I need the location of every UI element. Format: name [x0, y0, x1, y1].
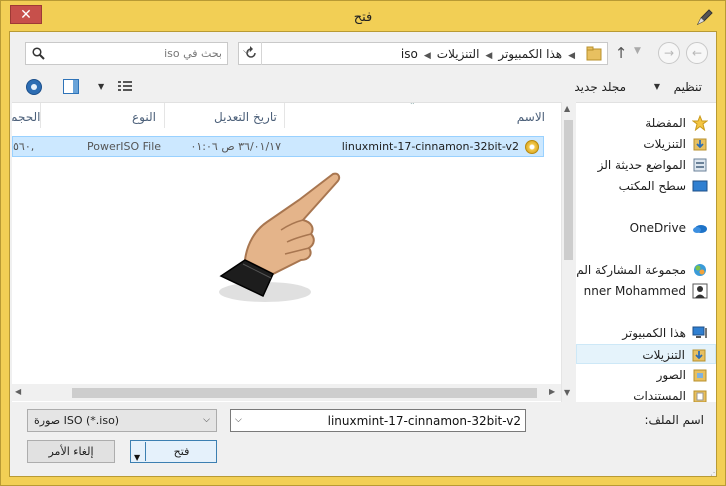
app-pen-icon — [696, 9, 713, 26]
chevron-down-icon: ▼ — [653, 82, 660, 91]
onedrive-icon — [693, 225, 707, 233]
organize-button[interactable]: تنظيم — [674, 80, 702, 94]
nav-item-desktop[interactable]: سطح المكتب — [576, 176, 716, 196]
breadcrumb: ◀ هذا الكمبيوتر ◀ التنزيلات ◀ iso — [401, 47, 581, 61]
split-button-divider — [145, 442, 146, 461]
file-name-input[interactable] — [251, 412, 521, 429]
search-input[interactable] — [52, 45, 222, 62]
column-divider — [164, 103, 165, 128]
scrollbar-thumb[interactable] — [564, 120, 573, 260]
open-button[interactable]: ▼ فتح — [130, 440, 217, 463]
scroll-right-icon[interactable]: ▶ — [549, 387, 555, 396]
pictures-folder-icon — [693, 369, 707, 382]
navigation-pane[interactable]: المفضلة التنزيلات المواضع حديثة الز سطح … — [576, 102, 716, 402]
up-button[interactable]: ↑ — [613, 44, 629, 62]
breadcrumb-separator-icon: ◀ — [423, 51, 431, 61]
back-button[interactable]: ← — [686, 42, 708, 64]
resize-grip-icon[interactable]: ⋰ — [710, 468, 718, 477]
star-icon — [692, 115, 708, 131]
folder-icon — [586, 46, 602, 61]
view-details-icon[interactable] — [118, 80, 132, 92]
refresh-icon — [246, 46, 256, 58]
scroll-down-icon[interactable]: ▼ — [564, 388, 570, 397]
computer-icon — [692, 326, 707, 338]
file-list-horizontal-scrollbar[interactable]: ◀ ▶ — [12, 384, 561, 401]
file-name: linuxmint-17-cinnamon-32bit-v2 — [341, 140, 519, 153]
new-folder-button[interactable]: مجلد جديد — [574, 80, 626, 94]
file-list-border — [561, 102, 562, 402]
column-header-date[interactable]: تاريخ التعديل — [214, 110, 277, 135]
homegroup-icon — [694, 264, 706, 276]
breadcrumb-item-iso[interactable]: iso — [401, 47, 418, 61]
desktop-icon — [692, 180, 708, 192]
nav-item-onedrive[interactable]: OneDrive — [576, 218, 716, 238]
nav-item-favorites[interactable]: المفضلة — [576, 113, 716, 133]
pointing-hand-icon — [219, 172, 341, 302]
cancel-button[interactable]: إلغاء الأمر — [27, 440, 115, 463]
nav-item-downloads-selected[interactable]: التنزيلات — [576, 344, 716, 364]
title-bar[interactable]: ✕ فتح — [1, 1, 725, 35]
downloads-folder-icon — [693, 138, 707, 151]
breadcrumb-separator-icon: ◀ — [568, 51, 575, 61]
downloads-folder-icon — [692, 349, 706, 362]
column-divider — [284, 103, 285, 128]
forward-button[interactable]: → — [658, 42, 680, 64]
help-icon[interactable] — [26, 79, 42, 95]
sort-ascending-icon: ⌃ — [409, 102, 416, 110]
chevron-down-icon[interactable]: ⌵ — [235, 415, 242, 425]
file-type-filter-value: صورة ISO (*.iso) — [34, 414, 120, 427]
breadcrumb-separator-icon: ◀ — [485, 51, 493, 61]
dialog-body: ← → ▼ ↑ ⌵ ◀ هذا الكمبيوتر ◀ التنزيلات ◀ iso ب… — [9, 31, 718, 477]
user-icon — [692, 283, 708, 299]
toolbar: تنظيم ▼ مجلد جديد ▼ — [10, 72, 716, 102]
address-bar[interactable]: ⌵ ◀هذا الكمبيوتر◀التنزيلات◀iso — [238, 42, 608, 65]
recent-locations-button[interactable]: ▼ — [634, 46, 641, 56]
navigation-pane-scrollbar[interactable]: ▲ ▼ — [561, 102, 576, 402]
open-options-dropdown-icon[interactable]: ▼ — [134, 447, 140, 468]
scrollbar-thumb[interactable] — [72, 388, 537, 398]
window-title: فتح — [353, 10, 373, 25]
nav-item-homegroup[interactable]: مجموعة المشاركة الم — [576, 260, 716, 280]
file-size: ٥٦٠, — [13, 140, 35, 153]
scroll-up-icon[interactable]: ▲ — [564, 104, 570, 113]
nav-item-recent-places[interactable]: المواضع حديثة الز — [576, 155, 716, 175]
file-row[interactable]: linuxmint-17-cinnamon-32bit-v2 ٣٦/٠١/١٧ … — [12, 136, 544, 157]
file-name-label: اسم الملف: — [644, 413, 704, 427]
file-name-combobox[interactable]: ⌵ — [230, 409, 526, 432]
up-arrow-icon: ↑ — [614, 44, 628, 62]
search-icon — [32, 47, 45, 60]
change-view-dropdown-icon[interactable]: ▼ — [98, 82, 104, 91]
breadcrumb-item-downloads[interactable]: التنزيلات — [437, 47, 480, 61]
disc-image-icon — [525, 140, 539, 154]
documents-folder-icon — [693, 390, 707, 402]
breadcrumb-item-computer[interactable]: هذا الكمبيوتر — [498, 47, 562, 61]
scroll-left-icon[interactable]: ◀ — [15, 387, 21, 396]
refresh-button[interactable] — [240, 42, 262, 65]
open-button-label: فتح — [173, 445, 190, 458]
column-header-name[interactable]: الاسم — [517, 110, 545, 135]
column-header-size[interactable]: الحجم — [12, 110, 40, 135]
file-type-filter-select[interactable]: صورة ISO (*.iso) ⌵ — [27, 409, 217, 432]
chevron-down-icon: ▼ — [634, 46, 641, 56]
nav-item-documents[interactable]: المستندات — [576, 386, 716, 402]
nav-item-this-pc[interactable]: هذا الكمبيوتر — [576, 323, 716, 343]
open-file-dialog: ✕ فتح ← → ▼ ↑ ⌵ ◀ هذا الكمبيوتر ◀ التنزيلات… — [0, 0, 726, 486]
nav-item-user[interactable]: nner Mohammed — [576, 281, 716, 301]
preview-pane-icon[interactable] — [63, 79, 79, 94]
nav-item-downloads[interactable]: التنزيلات — [576, 134, 716, 154]
file-date: ٣٦/٠١/١٧ ص ٠١:٠٦ — [190, 140, 281, 153]
recent-places-icon — [693, 158, 707, 172]
forward-arrow-icon: → — [663, 46, 675, 60]
column-header-type[interactable]: النوع — [132, 110, 156, 135]
file-type: PowerISO File — [87, 140, 162, 153]
nav-item-pictures[interactable]: الصور — [576, 365, 716, 385]
back-arrow-icon: ← — [691, 46, 703, 60]
chevron-down-icon: ⌵ — [203, 415, 210, 425]
search-box[interactable] — [25, 42, 228, 65]
